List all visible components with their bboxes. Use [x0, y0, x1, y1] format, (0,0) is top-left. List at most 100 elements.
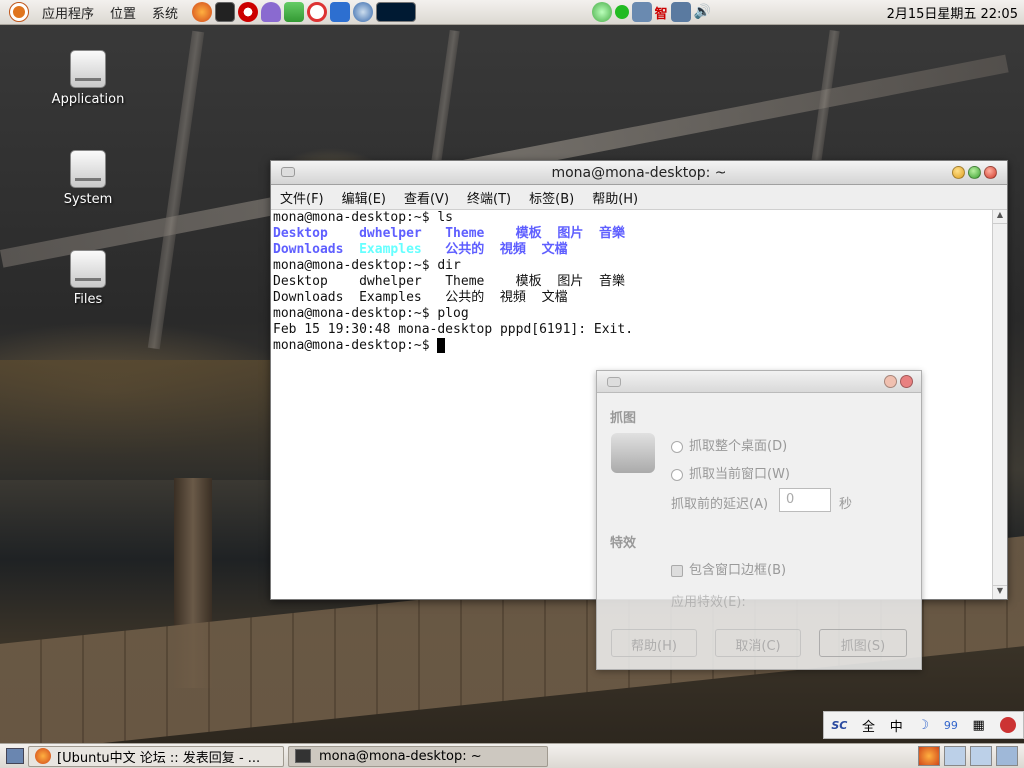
input-method-bar: SC 全 中 ☽ 99 ▦ [823, 711, 1024, 739]
word-processor-icon[interactable] [330, 2, 351, 22]
opera-icon[interactable] [307, 2, 328, 22]
places-menu[interactable]: 位置 [102, 3, 144, 22]
delay-unit: 秒 [839, 497, 853, 512]
help-button[interactable]: 帮助(H) [611, 629, 697, 657]
desktop-icon-label: Application [51, 92, 125, 107]
taskbar-item-terminal[interactable]: mona@mona-desktop: ~ [288, 745, 548, 767]
volume-icon[interactable]: 🔊 [694, 4, 711, 20]
scroll-down-arrow-icon[interactable]: ▼ [993, 585, 1007, 599]
minimize-button[interactable] [952, 166, 965, 179]
ls-entry: 音樂 [599, 226, 626, 241]
dir-row-2: Downloads Examples 公共的 視頻 文檔 [273, 290, 991, 306]
network-icon[interactable] [631, 2, 652, 22]
chinese-mode-toggle[interactable]: 中 [890, 716, 903, 735]
maximize-button[interactable] [968, 166, 981, 179]
cancel-button[interactable]: 取消(C) [715, 629, 801, 657]
border-checkbox-label: 包含窗口边框(B) [689, 563, 787, 578]
media-player-icon[interactable] [284, 2, 305, 22]
drive-icon [70, 50, 106, 88]
grab-button[interactable]: 抓图(S) [819, 629, 907, 657]
keyboard-icon[interactable]: ▦ [973, 718, 985, 733]
title-bar[interactable]: mona@mona-desktop: ~ [271, 161, 1007, 185]
moon-icon[interactable]: ☽ [917, 718, 929, 733]
terminal-menubar: 文件(F) 编辑(E) 查看(V) 终端(T) 标签(B) 帮助(H) [271, 185, 1007, 210]
close-button[interactable] [900, 375, 913, 388]
workspace-3[interactable] [970, 746, 992, 766]
apply-effects-label: 应用特效(E): [671, 595, 746, 610]
taskbar-item-firefox[interactable]: [Ubuntu中文 论坛 :: 发表回复 - ... [28, 745, 284, 767]
radio-window-label: 抓取当前窗口(W) [689, 467, 790, 482]
dir-entry: 公共的 [445, 290, 485, 305]
menu-tabs[interactable]: 标签(B) [520, 188, 583, 207]
desktop: { "topbar": { "menus": ["应用程序", "位置", "系… [0, 0, 1024, 768]
fullwidth-toggle[interactable]: 全 [862, 716, 875, 735]
help-icon[interactable] [999, 717, 1016, 733]
dialog-title-bar[interactable] [597, 371, 921, 393]
system-menu[interactable]: 系统 [144, 3, 186, 22]
terminal-prompt-line: mona@mona-desktop:~$ [273, 338, 991, 354]
desktop-icon-application[interactable]: Application [38, 50, 138, 107]
terminal-line: mona@mona-desktop:~$ ls [273, 210, 454, 225]
radio-desktop[interactable]: 抓取整个桌面(D) [671, 435, 787, 454]
scroll-up-arrow-icon[interactable]: ▲ [993, 210, 1007, 224]
browser-icon[interactable] [353, 2, 374, 22]
ls-entry: Downloads [273, 242, 344, 257]
border-checkbox[interactable]: 包含窗口边框(B) [671, 559, 786, 578]
ls-row-2: Downloads Examples 公共的 視頻 文檔 [273, 242, 991, 258]
firefox-icon[interactable] [192, 2, 213, 22]
terminal-icon[interactable] [215, 2, 236, 22]
system-monitor-icon[interactable] [376, 2, 417, 22]
qq-icon[interactable] [238, 2, 259, 22]
status-green-icon[interactable] [614, 5, 629, 19]
notification-area: 智 🔊 [591, 2, 711, 22]
clock[interactable]: 2月15日星期五 22:05 [887, 3, 1024, 22]
close-button[interactable] [984, 166, 997, 179]
menu-terminal[interactable]: 终端(T) [458, 188, 520, 207]
menu-edit[interactable]: 编辑(E) [333, 188, 395, 207]
radio-window[interactable]: 抓取当前窗口(W) [671, 463, 790, 482]
dir-entry: 視頻 [499, 290, 526, 305]
display-icon[interactable] [670, 2, 691, 22]
pidgin-icon[interactable] [261, 2, 282, 22]
radio-icon [671, 468, 683, 481]
delay-spinner[interactable]: 0 [779, 488, 831, 512]
punctuation-toggle[interactable]: 99 [944, 719, 958, 732]
menu-view[interactable]: 查看(V) [395, 188, 458, 207]
window-menu-icon[interactable] [281, 167, 295, 177]
building [0, 360, 270, 480]
network-gear-icon[interactable] [591, 2, 612, 22]
taskbar-item-label: [Ubuntu中文 论坛 :: 发表回复 - ... [57, 750, 261, 766]
ubuntu-logo-icon[interactable] [9, 2, 29, 22]
window-menu-icon[interactable] [607, 377, 621, 387]
minimize-button[interactable] [884, 375, 897, 388]
desktop-icon-files[interactable]: Files [38, 250, 138, 307]
dir-entry: Theme [445, 274, 485, 289]
menu-help[interactable]: 帮助(H) [583, 188, 647, 207]
desktop-icon-system[interactable]: System [38, 150, 138, 207]
workspace-4[interactable] [996, 746, 1018, 766]
cursor [437, 338, 446, 353]
ls-entry: 模板 [515, 226, 542, 241]
applications-menu[interactable]: 应用程序 [34, 3, 102, 22]
terminal-scrollbar[interactable]: ▲ ▼ [992, 210, 1007, 599]
camera-icon [611, 433, 655, 473]
firefox-icon [35, 748, 51, 764]
smart-ime-icon[interactable]: 智 [655, 3, 668, 22]
workspace-1[interactable] [918, 746, 940, 766]
window-title: mona@mona-desktop: ~ [551, 164, 727, 181]
radio-desktop-label: 抓取整个桌面(D) [689, 439, 788, 454]
dir-entry: 音樂 [599, 274, 626, 289]
workspace-switcher [918, 746, 1024, 766]
checkbox-icon [671, 564, 683, 577]
taskbar-item-label: mona@mona-desktop: ~ [319, 748, 482, 764]
scim-logo-icon[interactable]: SC [831, 719, 847, 732]
workspace-2[interactable] [944, 746, 966, 766]
section-effects: 特效 [610, 536, 637, 551]
terminal-line: mona@mona-desktop:~$ plog [273, 306, 469, 321]
delay-label: 抓取前的延迟(A) [671, 497, 769, 512]
menu-file[interactable]: 文件(F) [271, 188, 333, 207]
show-desktop-icon[interactable] [6, 748, 24, 764]
terminal-prompt: mona@mona-desktop:~$ [273, 338, 438, 353]
top-panel: 应用程序 位置 系统 智 🔊 2月15日星期五 22:05 [0, 0, 1024, 25]
terminal-icon [295, 749, 311, 763]
